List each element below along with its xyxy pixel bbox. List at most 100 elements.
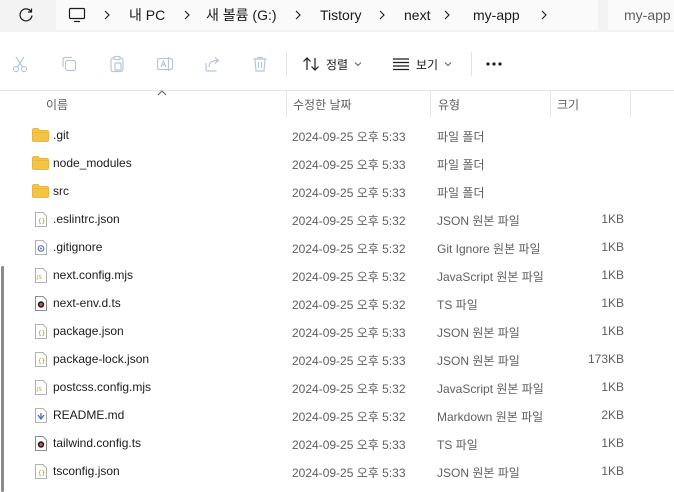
column-header-label: 이름 bbox=[46, 97, 69, 112]
column-header-type[interactable]: 유형 bbox=[438, 91, 460, 117]
share-button[interactable] bbox=[201, 53, 223, 75]
copy-icon bbox=[62, 56, 77, 72]
view-dropdown[interactable]: 보기 bbox=[392, 52, 452, 76]
chevron-right-icon[interactable] bbox=[100, 0, 114, 30]
vertical-scrollbar[interactable] bbox=[1, 266, 4, 492]
svg-text:{}: {} bbox=[38, 218, 45, 225]
file-size: 1KB bbox=[601, 464, 624, 478]
chevron-right-icon[interactable] bbox=[375, 0, 389, 30]
paste-button[interactable] bbox=[106, 53, 128, 75]
file-row[interactable]: next-env.d.ts 2024-09-25 오후 5:32 TS 파일 1KB bbox=[0, 289, 674, 317]
breadcrumb-label: my-app bbox=[473, 7, 520, 23]
file-name: .gitignore bbox=[53, 240, 103, 254]
file-modified: 2024-09-25 오후 5:32 bbox=[292, 214, 406, 228]
file-type: Git Ignore 원본 파일 bbox=[437, 242, 541, 256]
file-name: src bbox=[53, 184, 69, 198]
refresh-button[interactable] bbox=[14, 4, 38, 26]
file-modified: 2024-09-25 오후 5:33 bbox=[292, 130, 406, 144]
column-resize-handle[interactable] bbox=[630, 91, 631, 117]
gitignore-file-icon bbox=[32, 239, 49, 255]
search-input[interactable]: my-app bbox=[608, 0, 674, 30]
file-name: tailwind.config.ts bbox=[53, 436, 142, 450]
file-row[interactable]: tailwind.config.ts 2024-09-25 오후 5:33 TS 파… bbox=[0, 429, 674, 457]
file-name: package.json bbox=[53, 324, 124, 338]
chevron-right-icon[interactable] bbox=[537, 0, 551, 30]
toolbar-divider bbox=[286, 52, 287, 76]
ts-file-icon bbox=[32, 295, 49, 311]
breadcrumb-label: next bbox=[404, 7, 431, 23]
chevron-down-icon bbox=[444, 62, 452, 67]
file-size: 1KB bbox=[601, 268, 624, 282]
file-row[interactable]: {} tsconfig.json 2024-09-25 오후 5:33 JSON 원본… bbox=[0, 457, 674, 485]
file-row[interactable]: node_modules 2024-09-25 오후 5:33 파일 폴더 bbox=[0, 149, 674, 177]
column-header-name[interactable]: 이름 bbox=[46, 91, 68, 117]
file-name: next.config.mjs bbox=[53, 268, 134, 282]
more-icon bbox=[486, 62, 502, 66]
file-modified: 2024-09-25 오후 5:33 bbox=[292, 354, 406, 368]
file-row[interactable]: .git 2024-09-25 오후 5:33 파일 폴더 bbox=[0, 121, 674, 149]
file-name: .eslintrc.json bbox=[53, 212, 120, 226]
breadcrumb-item-this-pc[interactable]: 내 PC bbox=[129, 0, 165, 30]
chevron-right-icon[interactable] bbox=[180, 0, 194, 30]
file-row[interactable]: JS postcss.config.mjs 2024-09-25 오후 5:32 Ja… bbox=[0, 373, 674, 401]
file-list: .git 2024-09-25 오후 5:33 파일 폴더 node_modules 2… bbox=[0, 121, 674, 485]
svg-text:JS: JS bbox=[36, 275, 42, 281]
sort-ascending-icon bbox=[157, 90, 167, 96]
breadcrumb-label: Tistory bbox=[320, 7, 362, 23]
file-row[interactable]: JS next.config.mjs 2024-09-25 오후 5:32 JavaS… bbox=[0, 261, 674, 289]
file-type: JSON 원본 파일 bbox=[437, 354, 520, 368]
breadcrumb-item-tistory[interactable]: Tistory bbox=[320, 0, 361, 30]
delete-button[interactable] bbox=[249, 53, 271, 75]
chevron-right-icon[interactable] bbox=[440, 0, 454, 30]
chevron-right-icon[interactable] bbox=[291, 0, 305, 30]
file-row[interactable]: src 2024-09-25 오후 5:33 파일 폴더 bbox=[0, 177, 674, 205]
more-options-button[interactable] bbox=[483, 53, 505, 75]
column-resize-handle[interactable] bbox=[550, 91, 551, 117]
file-modified: 2024-09-25 오후 5:32 bbox=[292, 270, 406, 284]
json-file-icon: {} bbox=[32, 463, 49, 479]
svg-text:JS: JS bbox=[36, 387, 42, 393]
breadcrumb-item-volume[interactable]: 새 볼륨 (G:) bbox=[206, 0, 277, 30]
column-header-label: 크기 bbox=[557, 97, 580, 112]
js-file-icon: JS bbox=[32, 267, 49, 283]
file-row[interactable]: README.md 2024-09-25 오후 5:32 Markdown 원본 파… bbox=[0, 401, 674, 429]
file-row[interactable]: .gitignore 2024-09-25 오후 5:32 Git Ignore 원… bbox=[0, 233, 674, 261]
file-name: package-lock.json bbox=[53, 352, 150, 366]
breadcrumb-item-next[interactable]: next bbox=[404, 0, 430, 30]
file-row[interactable]: {} package.json 2024-09-25 오후 5:33 JSON 원본 … bbox=[0, 317, 674, 345]
folder-icon bbox=[32, 127, 49, 143]
column-header-size[interactable]: 크기 bbox=[557, 91, 579, 117]
breadcrumb-item-my-app[interactable]: my-app bbox=[473, 0, 520, 30]
rename-button[interactable] bbox=[154, 53, 176, 75]
file-name: tsconfig.json bbox=[53, 464, 120, 478]
cut-button[interactable] bbox=[9, 53, 31, 75]
file-type: JSON 원본 파일 bbox=[437, 214, 520, 228]
breadcrumb[interactable]: 내 PC 새 볼륨 (G:) Tistory next my-app bbox=[56, 0, 598, 30]
command-bar: 정렬 보기 bbox=[0, 40, 674, 88]
file-type: JavaScript 원본 파일 bbox=[437, 382, 544, 396]
file-row[interactable]: {} .eslintrc.json 2024-09-25 오후 5:32 JSON 원… bbox=[0, 205, 674, 233]
view-label: 보기 bbox=[416, 57, 439, 72]
file-name: postcss.config.mjs bbox=[53, 380, 152, 394]
file-row[interactable]: {} package-lock.json 2024-09-25 오후 5:33 JSO… bbox=[0, 345, 674, 373]
toolbar-divider bbox=[471, 52, 472, 76]
column-header-modified[interactable]: 수정한 날짜 bbox=[293, 91, 352, 117]
file-type: TS 파일 bbox=[437, 298, 478, 312]
file-type: Markdown 원본 파일 bbox=[437, 410, 544, 424]
file-type: JSON 원본 파일 bbox=[437, 326, 520, 340]
column-resize-handle[interactable] bbox=[286, 91, 287, 117]
file-name: README.md bbox=[53, 408, 125, 422]
column-resize-handle[interactable] bbox=[430, 91, 431, 117]
svg-text:{}: {} bbox=[38, 470, 45, 477]
markdown-file-icon bbox=[32, 407, 49, 423]
copy-button[interactable] bbox=[58, 53, 80, 75]
column-header-row: 이름 수정한 날짜 유형 크기 bbox=[0, 90, 674, 117]
sort-dropdown[interactable]: 정렬 bbox=[302, 52, 362, 76]
file-modified: 2024-09-25 오후 5:32 bbox=[292, 298, 406, 312]
folder-icon bbox=[32, 183, 49, 199]
file-size: 1KB bbox=[601, 436, 624, 450]
this-pc-icon[interactable] bbox=[68, 0, 86, 30]
rename-icon bbox=[156, 57, 174, 71]
file-modified: 2024-09-25 오후 5:32 bbox=[292, 242, 406, 256]
file-size: 173KB bbox=[587, 352, 624, 366]
